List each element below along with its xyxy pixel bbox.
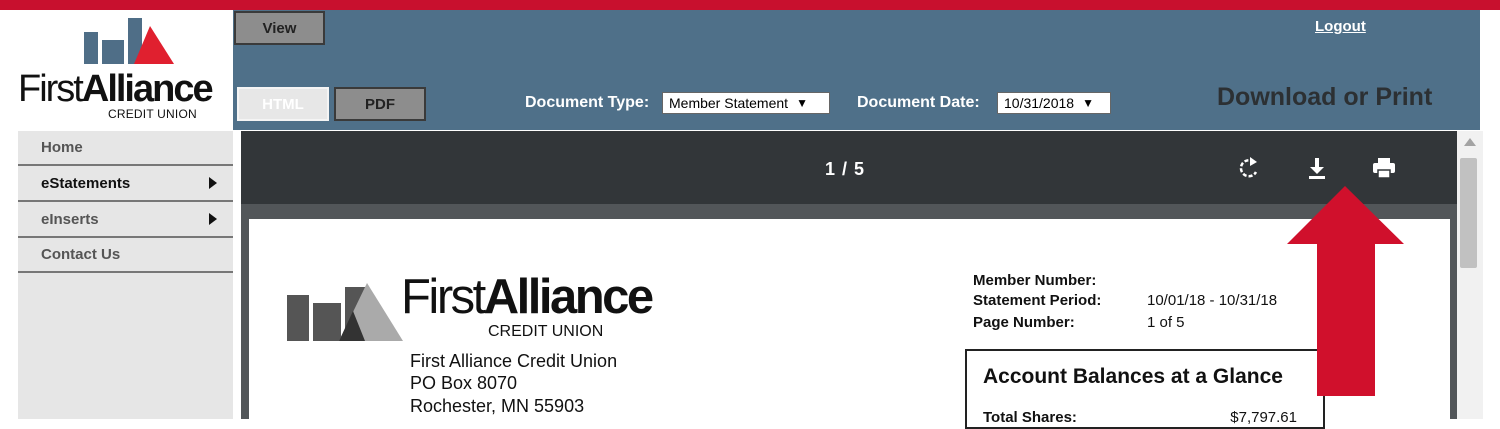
scrollbar-thumb[interactable] [1460,158,1477,268]
statement-period-value: 10/01/18 - 10/31/18 [1147,292,1278,309]
dropdown-arrow-icon: ▼ [796,96,808,110]
download-icon[interactable] [1302,153,1332,183]
pdf-button[interactable]: PDF [334,87,426,121]
dropdown-arrow-icon: ▼ [1082,96,1094,110]
document-type-select[interactable]: Member Statement ▼ [662,92,830,114]
viewer-toolbar: 1 / 5 [241,131,1457,204]
logout-link[interactable]: Logout [1315,18,1366,35]
submenu-arrow-icon [209,213,217,225]
page-number-label: Page Number: [973,314,1075,331]
address-line: Rochester, MN 55903 [410,396,585,416]
document-logo-mark-icon [287,283,403,341]
submenu-arrow-icon [209,177,217,189]
viewer-scrollbar[interactable] [1457,131,1483,419]
document-brand-wordmark: FirstAlliance [401,270,654,324]
annotation-arrow-icon [1287,186,1404,396]
brand-wordmark: FirstAlliance [18,68,214,110]
address-line: First Alliance Credit Union [410,351,618,371]
sidebar-item-einserts[interactable]: eInserts [18,203,233,238]
logo-mark-icon [84,18,174,64]
top-accent-stripe [0,0,1500,10]
document-date-value: 10/31/2018 [1004,95,1075,111]
balances-glance-box: Account Balances at a Glance Total Share… [965,349,1325,429]
view-button[interactable]: View [234,11,325,45]
document-page: FirstAlliance CREDIT UNION First Allianc… [249,219,1450,429]
document-type-label: Document Type: [525,94,650,111]
address-line: PO Box 8070 [410,373,518,393]
document-type-value: Member Statement [669,95,789,111]
page-number-value: 1 of 5 [1147,314,1185,331]
statement-period-label: Statement Period: [973,292,1102,309]
sidebar-item-contact-us[interactable]: Contact Us [18,238,233,273]
brand-subtitle: CREDIT UNION [108,107,197,121]
page-indicator: 1 / 5 [825,159,866,179]
sidebar-item-home[interactable]: Home [18,131,233,166]
document-date-label: Document Date: [857,94,980,111]
print-icon[interactable] [1369,153,1399,183]
glance-title: Account Balances at a Glance [983,365,1283,388]
download-print-heading: Download or Print [1217,83,1433,111]
sidebar-item-label: Contact Us [41,246,121,263]
sidebar-item-estatements[interactable]: eStatements [18,167,233,202]
scroll-up-arrow-icon[interactable] [1464,138,1476,146]
sidebar-item-label: eStatements [41,175,131,192]
sidebar-item-label: Home [41,139,83,156]
html-button[interactable]: HTML [237,87,329,121]
pdf-viewer: 1 / 5 FirstAlliance CREDIT UNION First A… [241,131,1457,429]
glance-row-value: $7,797.61 [1230,409,1297,426]
glance-row-label: Total Shares: [983,409,1077,426]
member-number-label: Member Number: [973,272,1097,289]
sidebar-item-label: eInserts [41,211,99,228]
rotate-icon[interactable] [1234,153,1264,183]
brand-logo: FirstAlliance CREDIT UNION [0,10,233,130]
document-date-select[interactable]: 10/31/2018 ▼ [997,92,1111,114]
toolbar: View HTML PDF Logout Document Type: Memb… [233,10,1480,130]
document-brand-subtitle: CREDIT UNION [488,323,604,340]
sidebar: Home eStatements eInserts Contact Us [18,131,233,419]
